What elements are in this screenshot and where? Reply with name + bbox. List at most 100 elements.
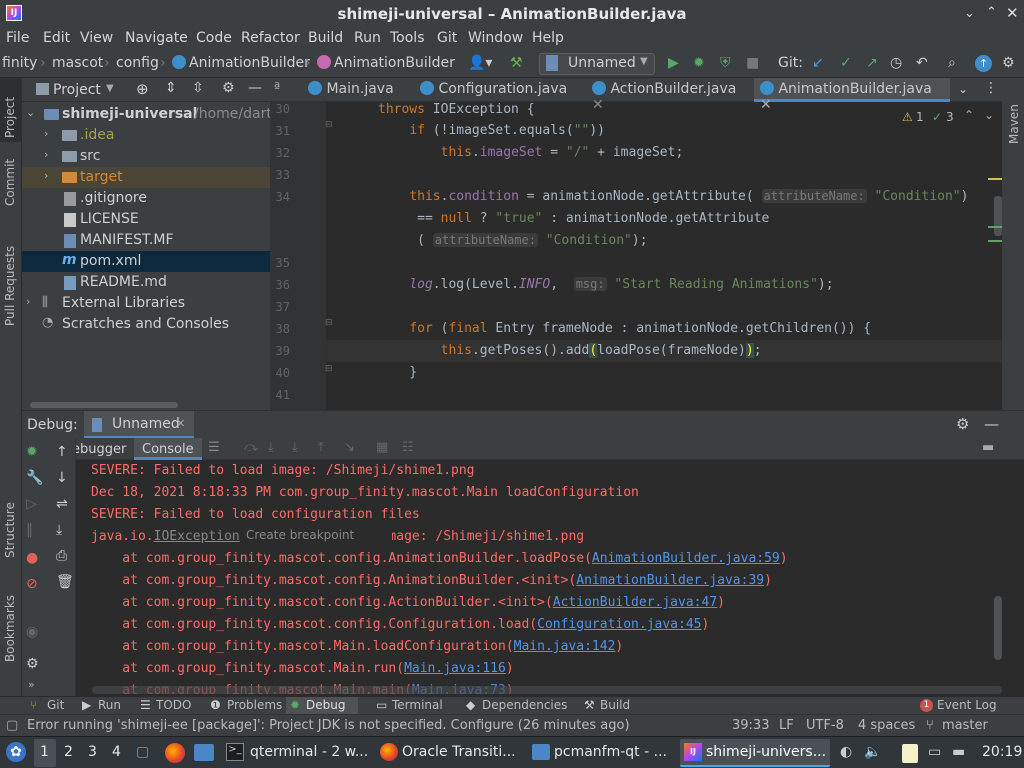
hide-panel-icon[interactable]: — (984, 415, 999, 433)
tree-item-scratches[interactable]: ◔ Scratches and Consoles (22, 314, 270, 335)
taskbar-item-qterminal[interactable]: >_ qterminal - 2 w... (222, 739, 370, 767)
soft-wrap-icon[interactable]: ⇌ (56, 496, 68, 512)
network-icon[interactable]: ◐ (840, 744, 852, 760)
settings-gear-icon[interactable]: ⚙ (26, 656, 39, 672)
menu-help[interactable]: Help (532, 30, 564, 46)
tool-problems[interactable]: Problems (227, 698, 282, 712)
more-tabs-left-icon[interactable]: ª (274, 81, 280, 96)
ide-update-icon[interactable]: ↑ (975, 55, 992, 72)
vertical-scrollbar[interactable] (994, 196, 1002, 236)
collapse-all-icon[interactable]: ⇕ (165, 80, 177, 96)
tool-pull-requests[interactable]: Pull Requests (3, 246, 17, 326)
options-gear-icon[interactable]: ⚙ (222, 80, 235, 96)
tool-event-log[interactable]: Event Log (937, 698, 997, 712)
evaluate-icon[interactable]: ▦ (376, 440, 388, 455)
warning-count[interactable]: 1 (916, 110, 924, 124)
rerun-icon[interactable]: ✹ (26, 444, 38, 460)
minimize-icon[interactable]: ⌄ (964, 6, 975, 21)
user-icon[interactable]: 👤▾ (468, 55, 492, 71)
tree-item-root[interactable]: ⌄ shimeji-universal /home/dartz (22, 104, 279, 125)
line-separator[interactable]: LF (779, 718, 794, 733)
clear-all-icon[interactable]: 🗑 (56, 574, 74, 590)
start-menu-icon[interactable]: ✿ (6, 742, 26, 762)
menu-code[interactable]: Code (196, 30, 232, 46)
volume-icon[interactable]: 🔈 (864, 744, 881, 760)
taskbar-item-intellij[interactable]: IJ shimeji-univers... (680, 739, 830, 767)
menu-build[interactable]: Build (308, 30, 343, 46)
status-message[interactable]: Error running 'shimeji-ee [package]': Pr… (27, 718, 707, 733)
fold-icon[interactable]: ⊟ (325, 364, 333, 374)
chevron-down-icon[interactable]: ⌄ (984, 108, 994, 122)
stop-icon[interactable]: ■ (746, 55, 759, 71)
caret-position[interactable]: 39:33 (732, 718, 769, 733)
run-config-select[interactable]: Unnamed ▼ (539, 53, 655, 75)
git-branch[interactable]: master (942, 718, 988, 733)
close-tab-icon[interactable]: ✕ (592, 97, 604, 113)
rollback-icon[interactable]: ↶ (916, 55, 928, 71)
menu-tools[interactable]: Tools (390, 30, 425, 46)
clipboard-icon[interactable] (902, 744, 918, 763)
taskbar-item-pcmanfm[interactable]: pcmanfm-qt - ... (528, 739, 676, 767)
horizontal-scrollbar[interactable] (30, 402, 178, 408)
collapsed-arrow-icon[interactable]: › (44, 169, 48, 182)
file-encoding[interactable]: UTF-8 (806, 718, 844, 733)
file-manager-icon[interactable] (194, 744, 214, 761)
tool-git[interactable]: Git (47, 698, 64, 712)
stack-link[interactable]: ActionBuilder.java:47 (553, 595, 717, 610)
collapsed-arrow-icon[interactable]: › (44, 148, 48, 161)
menu-refactor[interactable]: Refactor (241, 30, 300, 46)
check-count[interactable]: 3 (946, 110, 954, 124)
desktop-3[interactable]: 3 (88, 744, 97, 760)
menu-window[interactable]: Window (468, 30, 523, 46)
settings-gear-icon[interactable]: ⚙ (1002, 55, 1015, 71)
pause-icon[interactable]: ‖ (26, 522, 33, 538)
project-panel-title[interactable]: Project (53, 82, 101, 98)
stack-link[interactable]: AnimationBuilder.java:59 (592, 551, 780, 566)
tree-item-license[interactable]: LICENSE (22, 209, 270, 230)
desktop-1[interactable]: 1 (40, 744, 49, 760)
force-step-into-icon[interactable]: ⤓ (292, 440, 298, 455)
mute-breakpoints-icon[interactable]: ⊘ (26, 576, 38, 592)
menu-git[interactable]: Git (437, 30, 457, 46)
expand-all-icon[interactable]: ⇳ (192, 80, 204, 96)
fold-icon[interactable]: ⊟ (325, 120, 333, 130)
tree-item-target[interactable]: › target (22, 167, 270, 188)
chevron-up-icon[interactable]: ⌃ (964, 108, 974, 122)
build-hammer-icon[interactable]: ⚒ (510, 55, 523, 71)
hide-panel-icon[interactable]: — (248, 80, 262, 96)
debug-bug-icon[interactable]: ✹ (693, 55, 705, 71)
step-into-icon[interactable]: ⤓ (268, 440, 274, 455)
more-options-icon[interactable]: ⋮ (984, 80, 998, 96)
tree-item-pom[interactable]: m pom.xml (22, 251, 270, 272)
settings-gear-icon[interactable]: ⚙ (956, 415, 969, 433)
stack-link[interactable]: Main.java:142 (514, 639, 616, 654)
tree-item-manifest[interactable]: MANIFEST.MF (22, 230, 270, 251)
tool-run[interactable]: Run (98, 698, 121, 712)
camera-icon[interactable]: ◉ (26, 624, 38, 640)
menu-run[interactable]: Run (354, 30, 381, 46)
more-icon[interactable]: » (28, 678, 35, 691)
tool-structure[interactable]: Structure (3, 502, 17, 558)
exception-link[interactable]: IOException (154, 529, 240, 544)
desktop-2[interactable]: 2 (64, 744, 73, 760)
stack-link[interactable]: Configuration.java:45 (537, 617, 701, 632)
resume-icon[interactable]: ▷ (26, 496, 37, 512)
step-over-icon[interactable]: ⤼ (244, 440, 258, 455)
git-commit-icon[interactable]: ✓ (840, 55, 852, 71)
breadcrumb-class[interactable]: AnimationBuilder (189, 55, 310, 71)
coverage-icon[interactable]: ⛨ (720, 55, 731, 71)
restore-layout-icon[interactable]: ▬ (982, 440, 994, 455)
tree-item-readme[interactable]: README.md (22, 272, 270, 293)
tool-bookmarks[interactable]: Bookmarks (3, 595, 17, 662)
tool-maven[interactable]: Maven (1007, 104, 1021, 144)
chevron-down-icon[interactable]: ▼ (106, 83, 114, 94)
chevron-down-icon[interactable]: ⌄ (958, 82, 968, 96)
close-tab-icon[interactable]: ✕ (760, 97, 772, 113)
scroll-down-icon[interactable]: ↓ (56, 470, 68, 486)
menu-edit[interactable]: Edit (43, 30, 70, 46)
tab-animationbuilder-java[interactable]: AnimationBuilder.java ✕ (754, 78, 950, 113)
warning-icon[interactable]: ⚠ (902, 110, 913, 124)
console-vertical-scrollbar[interactable] (994, 596, 1002, 660)
menu-navigate[interactable]: Navigate (125, 30, 188, 46)
locate-icon[interactable]: ⊕ (136, 80, 149, 98)
